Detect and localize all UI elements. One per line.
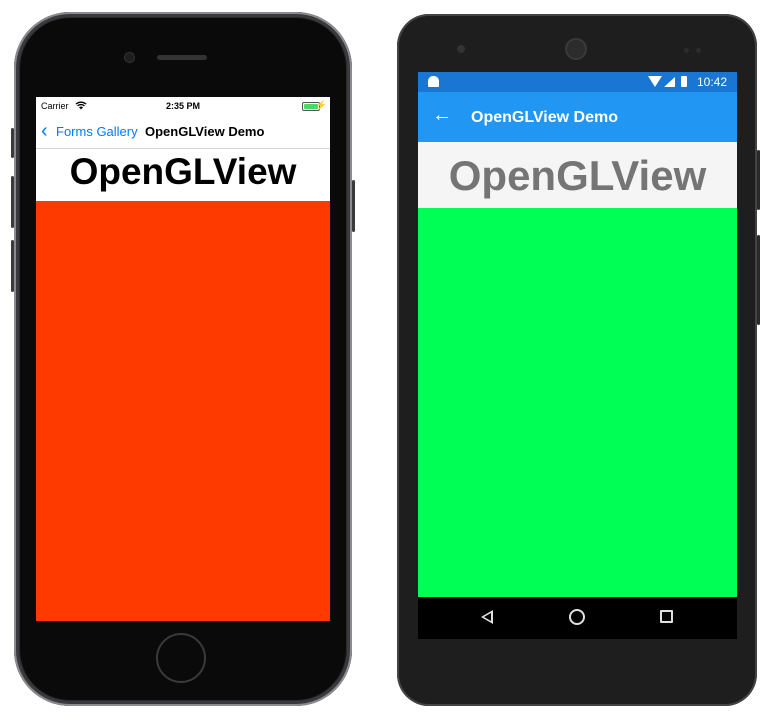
iphone-screen: Carrier 2:35 PM ⚡ ‹ Forms Gallery OpenGL…	[36, 97, 330, 621]
iphone-power-button	[352, 180, 355, 232]
android-navigation-bar	[418, 597, 737, 639]
android-volume-button	[757, 235, 760, 325]
back-button[interactable]: Forms Gallery	[56, 124, 138, 139]
iphone-front-camera	[125, 53, 134, 62]
heading-container: OpenGLView	[418, 142, 737, 208]
status-time: 2:35 PM	[165, 101, 200, 111]
iphone-speaker	[157, 55, 207, 60]
android-power-button	[757, 150, 760, 210]
cellular-signal-icon	[664, 77, 675, 87]
back-arrow-icon[interactable]: ←	[432, 105, 452, 125]
opengl-view[interactable]	[418, 208, 737, 597]
android-front-camera	[457, 45, 465, 53]
back-chevron-icon[interactable]: ‹	[41, 121, 48, 141]
ios-navigation-bar: ‹ Forms Gallery OpenGLView Demo	[36, 115, 330, 149]
charging-bolt-icon: ⚡	[315, 100, 327, 110]
wifi-icon	[648, 76, 662, 87]
android-light-sensor	[696, 48, 701, 53]
android-proximity-sensor	[684, 48, 689, 53]
opengl-heading: OpenGLView	[448, 152, 707, 199]
page-title: OpenGLView Demo	[145, 124, 265, 139]
recent-apps-icon[interactable]	[660, 610, 673, 623]
android-toolbar: ← OpenGLView Demo	[418, 92, 737, 142]
page-title: OpenGLView Demo	[471, 109, 618, 126]
battery-icon	[681, 76, 687, 87]
iphone-home-button[interactable]	[156, 633, 206, 683]
android-status-bar: 10:42	[418, 72, 737, 92]
android-speaker	[567, 40, 585, 58]
opengl-view[interactable]	[36, 201, 330, 621]
iphone-volume-up-button	[11, 176, 14, 228]
iphone-mute-switch	[11, 128, 14, 158]
home-icon[interactable]	[569, 609, 585, 625]
status-time: 10:42	[697, 75, 728, 89]
opengl-heading: OpenGLView	[69, 151, 297, 192]
android-robot-icon	[428, 76, 439, 87]
back-icon-inner	[484, 613, 491, 621]
iphone-volume-down-button	[11, 240, 14, 292]
ios-status-bar: Carrier 2:35 PM ⚡	[36, 97, 330, 115]
android-screen: 10:42 ← OpenGLView Demo OpenGLView	[418, 72, 737, 639]
